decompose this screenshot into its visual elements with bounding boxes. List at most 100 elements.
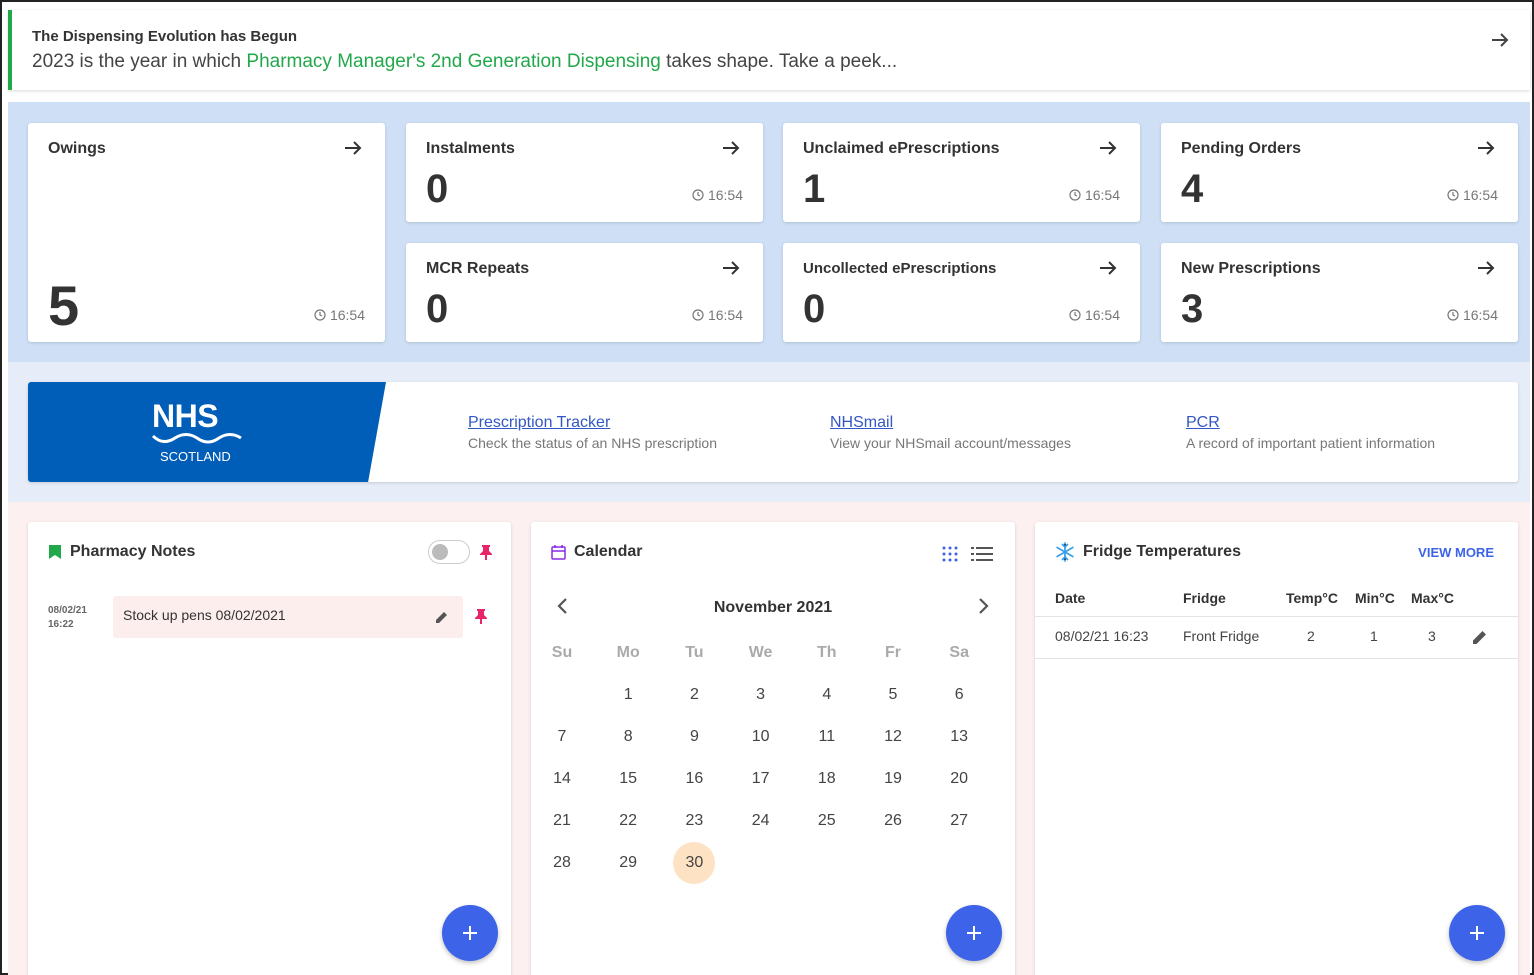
calendar-day[interactable]: 21 bbox=[541, 800, 583, 842]
calendar-day[interactable]: 15 bbox=[607, 758, 649, 800]
grid-icon[interactable] bbox=[942, 546, 958, 562]
pin-icon[interactable] bbox=[474, 608, 488, 624]
view-more-button[interactable]: VIEW MORE bbox=[1418, 545, 1494, 560]
add-event-button[interactable] bbox=[946, 905, 1002, 961]
calendar-day[interactable]: 20 bbox=[938, 758, 980, 800]
pending-orders-card[interactable]: Pending Orders 4 16:54 bbox=[1161, 123, 1518, 222]
column-header-max: Max°C bbox=[1411, 590, 1454, 606]
weekday-label: Mo bbox=[616, 644, 640, 661]
calendar-day[interactable]: 5 bbox=[872, 674, 914, 716]
calendar-day[interactable]: 24 bbox=[740, 800, 782, 842]
calendar-day[interactable]: 10 bbox=[740, 716, 782, 758]
weekday-label: Fr bbox=[885, 644, 901, 661]
calendar-day[interactable]: 1 bbox=[607, 674, 649, 716]
note-text: Stock up pens 08/02/2021 bbox=[123, 607, 286, 623]
calendar-day[interactable]: 28 bbox=[541, 842, 583, 884]
banner-link[interactable]: Pharmacy Manager's 2nd Generation Dispen… bbox=[246, 51, 660, 72]
cell-fridge: Front Fridge bbox=[1183, 628, 1260, 644]
calendar-day[interactable]: 7 bbox=[541, 716, 583, 758]
weekday-label: We bbox=[748, 644, 773, 661]
chevron-right-icon[interactable] bbox=[977, 596, 991, 621]
panel-title: Calendar bbox=[574, 543, 643, 560]
pencil-icon[interactable] bbox=[1472, 629, 1488, 645]
banner-title: The Dispensing Evolution has Begun bbox=[32, 28, 298, 45]
card-title: Pending Orders bbox=[1181, 140, 1302, 157]
calendar-icon bbox=[551, 544, 566, 560]
notes-toggle[interactable] bbox=[428, 540, 470, 564]
time-label: 16:54 bbox=[707, 187, 743, 203]
snowflake-icon bbox=[1056, 542, 1074, 562]
pcr-link[interactable]: PCR bbox=[1186, 414, 1435, 432]
arrow-right-icon[interactable] bbox=[1476, 258, 1496, 283]
clock-icon bbox=[1447, 309, 1459, 321]
plus-icon bbox=[1470, 926, 1484, 940]
plus-icon bbox=[463, 926, 477, 940]
card-value: 4 bbox=[1181, 167, 1204, 211]
arrow-right-icon[interactable] bbox=[721, 258, 741, 283]
calendar-day[interactable]: 4 bbox=[806, 674, 848, 716]
arrow-right-icon[interactable] bbox=[343, 138, 363, 163]
clock-icon bbox=[692, 189, 704, 201]
card-value: 0 bbox=[426, 167, 449, 211]
calendar-day[interactable]: 2 bbox=[673, 674, 715, 716]
weekday-label: Su bbox=[551, 644, 573, 661]
arrow-right-icon[interactable] bbox=[1098, 258, 1118, 283]
mcr-repeats-card[interactable]: MCR Repeats 0 16:54 bbox=[406, 243, 763, 342]
pharmacy-notes-panel: Pharmacy Notes 08/02/21 16:22 Stock up p… bbox=[28, 522, 511, 975]
pencil-icon[interactable] bbox=[435, 610, 449, 624]
calendar-day[interactable]: 29 bbox=[607, 842, 649, 884]
calendar-day[interactable]: 9 bbox=[673, 716, 715, 758]
card-timestamp: 16:54 bbox=[1447, 307, 1498, 323]
calendar-day[interactable]: 17 bbox=[740, 758, 782, 800]
calendar-day[interactable]: 23 bbox=[673, 800, 715, 842]
calendar-day[interactable]: 12 bbox=[872, 716, 914, 758]
arrow-right-icon[interactable] bbox=[721, 138, 741, 163]
calendar-day[interactable]: 26 bbox=[872, 800, 914, 842]
card-timestamp: 16:54 bbox=[692, 307, 743, 323]
card-value: 3 bbox=[1181, 287, 1204, 331]
nhsmail-desc: View your NHSmail account/messages bbox=[830, 435, 1071, 451]
calendar-day[interactable]: 6 bbox=[938, 674, 980, 716]
add-note-button[interactable] bbox=[442, 905, 498, 961]
calendar-day[interactable]: 25 bbox=[806, 800, 848, 842]
calendar-day[interactable]: 13 bbox=[938, 716, 980, 758]
column-header-min: Min°C bbox=[1355, 590, 1395, 606]
calendar-day[interactable]: 27 bbox=[938, 800, 980, 842]
calendar-panel: Calendar November 2021 Su Mo Tu We Th Fr Sa 1 2 3… bbox=[531, 522, 1015, 975]
calendar-day[interactable]: 8 bbox=[607, 716, 649, 758]
calendar-day[interactable]: 16 bbox=[673, 758, 715, 800]
nhsmail-link-group: NHSmail View your NHSmail account/messag… bbox=[830, 414, 1071, 451]
weekday-label: Th bbox=[817, 644, 837, 661]
cell-max: 3 bbox=[1428, 628, 1436, 644]
fridge-temperatures-panel: Fridge Temperatures VIEW MORE Date Fridg… bbox=[1035, 522, 1518, 975]
instalments-card[interactable]: Instalments 0 16:54 bbox=[406, 123, 763, 222]
calendar-day-today[interactable]: 30 bbox=[673, 842, 716, 884]
owings-card[interactable]: Owings 5 16:54 bbox=[28, 123, 385, 342]
announcement-banner[interactable]: The Dispensing Evolution has Begun 2023 … bbox=[8, 10, 1530, 90]
new-prescriptions-card[interactable]: New Prescriptions 3 16:54 bbox=[1161, 243, 1518, 342]
arrow-right-icon[interactable] bbox=[1476, 138, 1496, 163]
prescription-tracker-desc: Check the status of an NHS prescription bbox=[468, 435, 718, 451]
calendar-day[interactable]: 19 bbox=[872, 758, 914, 800]
note-box[interactable]: Stock up pens 08/02/2021 bbox=[113, 596, 463, 638]
unclaimed-eprescriptions-card[interactable]: Unclaimed ePrescriptions 1 16:54 bbox=[783, 123, 1140, 222]
list-icon[interactable] bbox=[971, 546, 993, 562]
weekday-label: Tu bbox=[685, 644, 704, 661]
card-timestamp: 16:54 bbox=[1069, 307, 1120, 323]
calendar-day[interactable]: 14 bbox=[541, 758, 583, 800]
panel-header: Fridge Temperatures bbox=[1055, 542, 1241, 562]
calendar-day[interactable]: 11 bbox=[806, 716, 848, 758]
calendar-day[interactable]: 18 bbox=[806, 758, 848, 800]
nhsmail-link[interactable]: NHSmail bbox=[830, 414, 1071, 432]
column-header-date: Date bbox=[1055, 590, 1086, 606]
arrow-right-icon[interactable] bbox=[1490, 30, 1510, 55]
calendar-day[interactable]: 3 bbox=[740, 674, 782, 716]
prescription-tracker-link[interactable]: Prescription Tracker bbox=[468, 414, 717, 432]
add-temperature-button[interactable] bbox=[1449, 905, 1505, 961]
pin-icon[interactable] bbox=[479, 544, 493, 560]
arrow-right-icon[interactable] bbox=[1098, 138, 1118, 163]
calendar-day[interactable]: 22 bbox=[607, 800, 649, 842]
stats-area: Owings 5 16:54 Instalments 0 16:54 Uncla… bbox=[8, 102, 1530, 362]
time-label: 16:54 bbox=[1084, 187, 1120, 203]
uncollected-eprescriptions-card[interactable]: Uncollected ePrescriptions 0 16:54 bbox=[783, 243, 1140, 342]
